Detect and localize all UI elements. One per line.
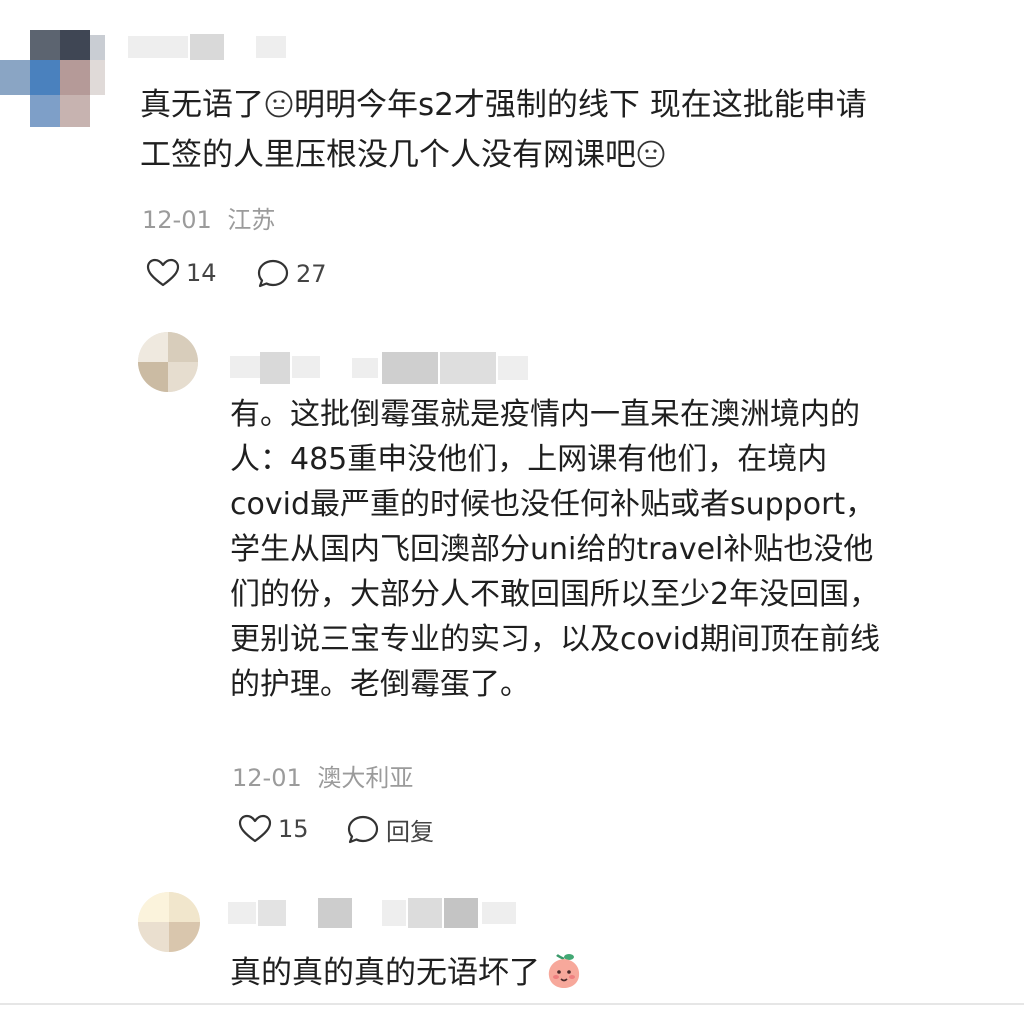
comment-text: 真的真的真的无语坏了 [230,950,584,1004]
comment-location: 江苏 [227,206,276,234]
comment-meta: 12-01 江苏 [142,200,275,235]
avatar[interactable] [138,332,198,392]
like-button[interactable]: 15 [238,814,309,844]
comment-bubble-icon [257,259,289,288]
like-button[interactable]: 14 [146,258,217,288]
comment-line: 的护理。老倒霉蛋了。 [230,667,530,702]
comment-line: 真无语了 明明今年s2才强制的线下 现在这批能申请 [140,82,867,132]
like-count: 14 [186,259,217,287]
comment-line: 工签的人里压根没几个人没有网课吧 [140,132,867,182]
reply-count: 27 [296,260,327,288]
comment-line: covid最严重的时候也没任何补贴或者support， [230,487,876,522]
heart-icon [146,258,180,287]
reply-label: 回复 [386,818,434,846]
neutral-face-icon [636,136,666,182]
username[interactable] [222,350,552,386]
neutral-face-icon [264,86,294,132]
heart-icon [238,814,272,843]
peach-face-icon [544,951,584,1004]
reply-button[interactable]: 27 [256,258,327,290]
avatar[interactable] [138,892,200,952]
comment-text: 真无语了 明明今年s2才强制的线下 现在这批能申请 工签的人里压根没几个人没有网… [140,82,867,182]
avatar[interactable] [0,30,110,130]
reply-button[interactable]: 回复 [346,812,434,847]
comment-bubble-icon [347,815,379,843]
comment-line: 更别说三宝专业的实习，以及covid期间顶在前线 [230,622,880,657]
comment-line: 们的份，大部分人不敢回国所以至少2年没回国， [230,577,880,612]
comment-text: 有。这批倒霉蛋就是疫情内一直呆在澳洲境内的 人：485重申没他们，上网课有他们，… [230,392,880,707]
like-count: 15 [278,815,309,843]
username[interactable] [128,32,298,62]
comment-meta: 12-01 澳大利亚 [232,758,413,793]
comment-date: 12-01 [232,764,302,792]
comment-line: 学生从国内飞回澳部分uni给的travel补贴也没他 [230,532,874,567]
comment-date: 12-01 [142,206,212,234]
comment-line: 人：485重申没他们，上网课有他们，在境内 [230,442,828,477]
divider [0,1003,1024,1005]
comment-line: 有。这批倒霉蛋就是疫情内一直呆在澳洲境内的 [230,397,860,432]
comment-location: 澳大利亚 [317,764,414,792]
username[interactable] [222,896,532,930]
